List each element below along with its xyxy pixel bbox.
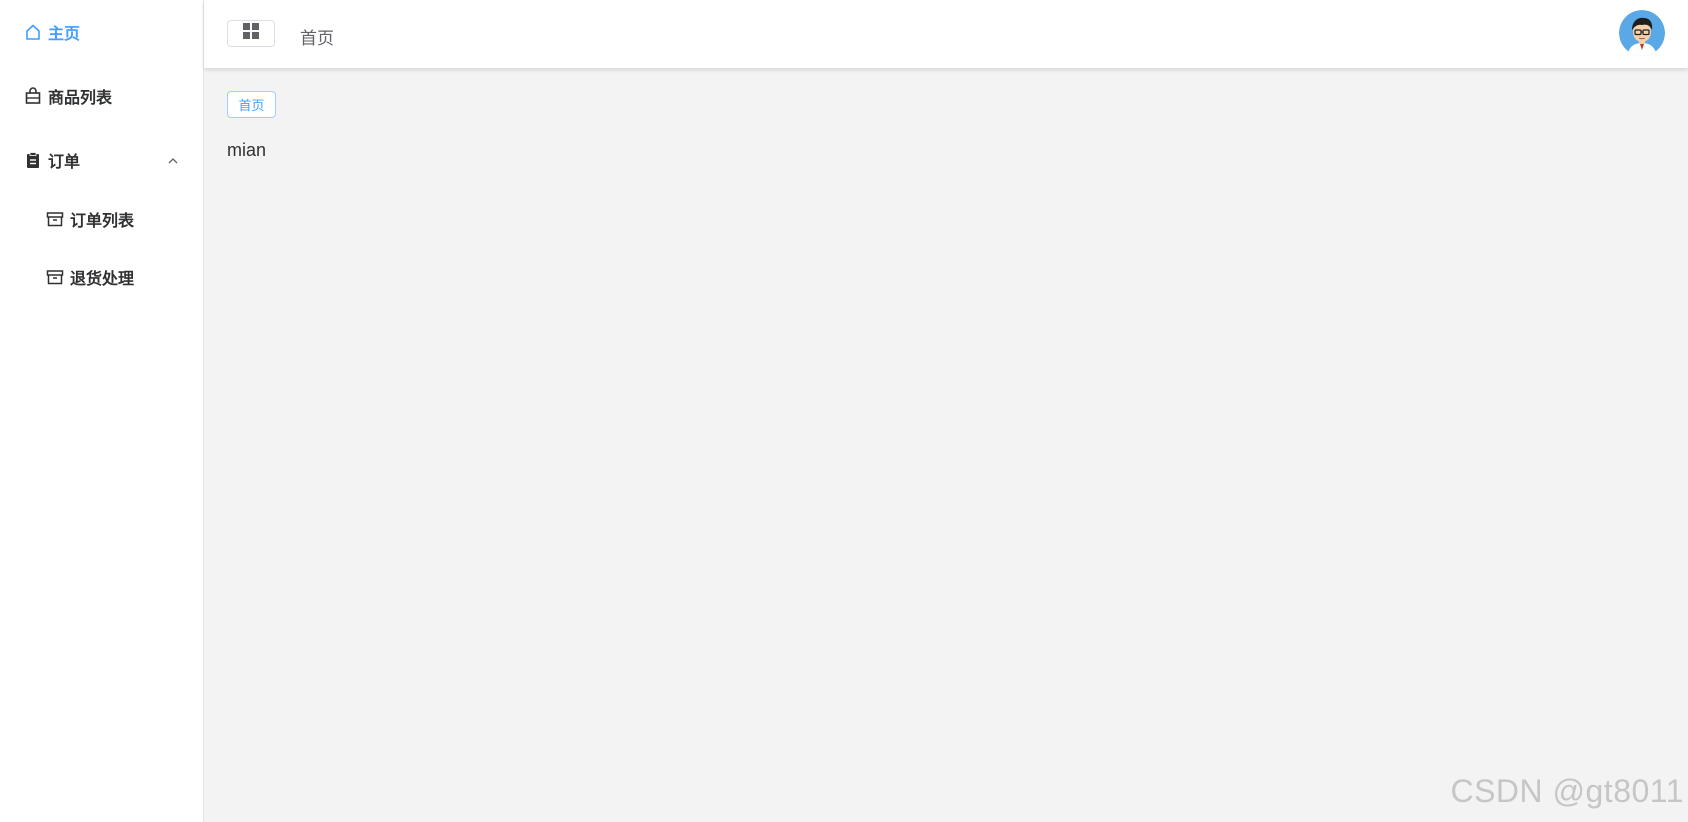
tab-label: 首页	[238, 98, 265, 113]
chevron-up-icon	[167, 154, 179, 166]
shopping-bag-icon	[24, 87, 42, 105]
avatar[interactable]	[1619, 10, 1665, 56]
home-icon	[24, 23, 42, 41]
watermark: CSDN @gt8011	[1450, 773, 1684, 809]
sidebar-item-orders[interactable]: 订单	[0, 132, 203, 188]
sidebar-item-label: 商品列表	[48, 90, 113, 107]
sidebar: 主页 商品列表 订单 订单列表 退货处理	[0, 0, 204, 822]
avatar-icon	[1619, 10, 1665, 56]
box-icon	[46, 268, 64, 286]
app-root: 主页 商品列表 订单 订单列表 退货处理 首页 首页 mian CSDN @gt…	[0, 0, 1688, 822]
tab-home[interactable]: 首页	[227, 91, 276, 118]
sidebar-item-order-list[interactable]: 订单列表	[0, 191, 203, 247]
sidebar-item-label: 订单列表	[70, 213, 135, 230]
sidebar-item-product-list[interactable]: 商品列表	[0, 68, 203, 124]
main-area: 首页 首页 mian CSDN @gt8011	[204, 0, 1688, 822]
sidebar-item-label: 主页	[48, 26, 81, 43]
breadcrumb: 首页	[300, 29, 334, 48]
sidebar-item-returns[interactable]: 退货处理	[0, 249, 203, 305]
collapse-menu-button[interactable]	[227, 20, 275, 47]
box-icon	[46, 210, 64, 228]
clipboard-icon	[24, 151, 42, 169]
sidebar-item-home[interactable]: 主页	[0, 4, 203, 60]
grid-icon	[242, 22, 260, 45]
header: 首页	[204, 0, 1688, 68]
main-content-text: mian	[227, 140, 267, 160]
sidebar-item-label: 订单	[48, 154, 81, 171]
sidebar-item-label: 退货处理	[70, 271, 135, 288]
